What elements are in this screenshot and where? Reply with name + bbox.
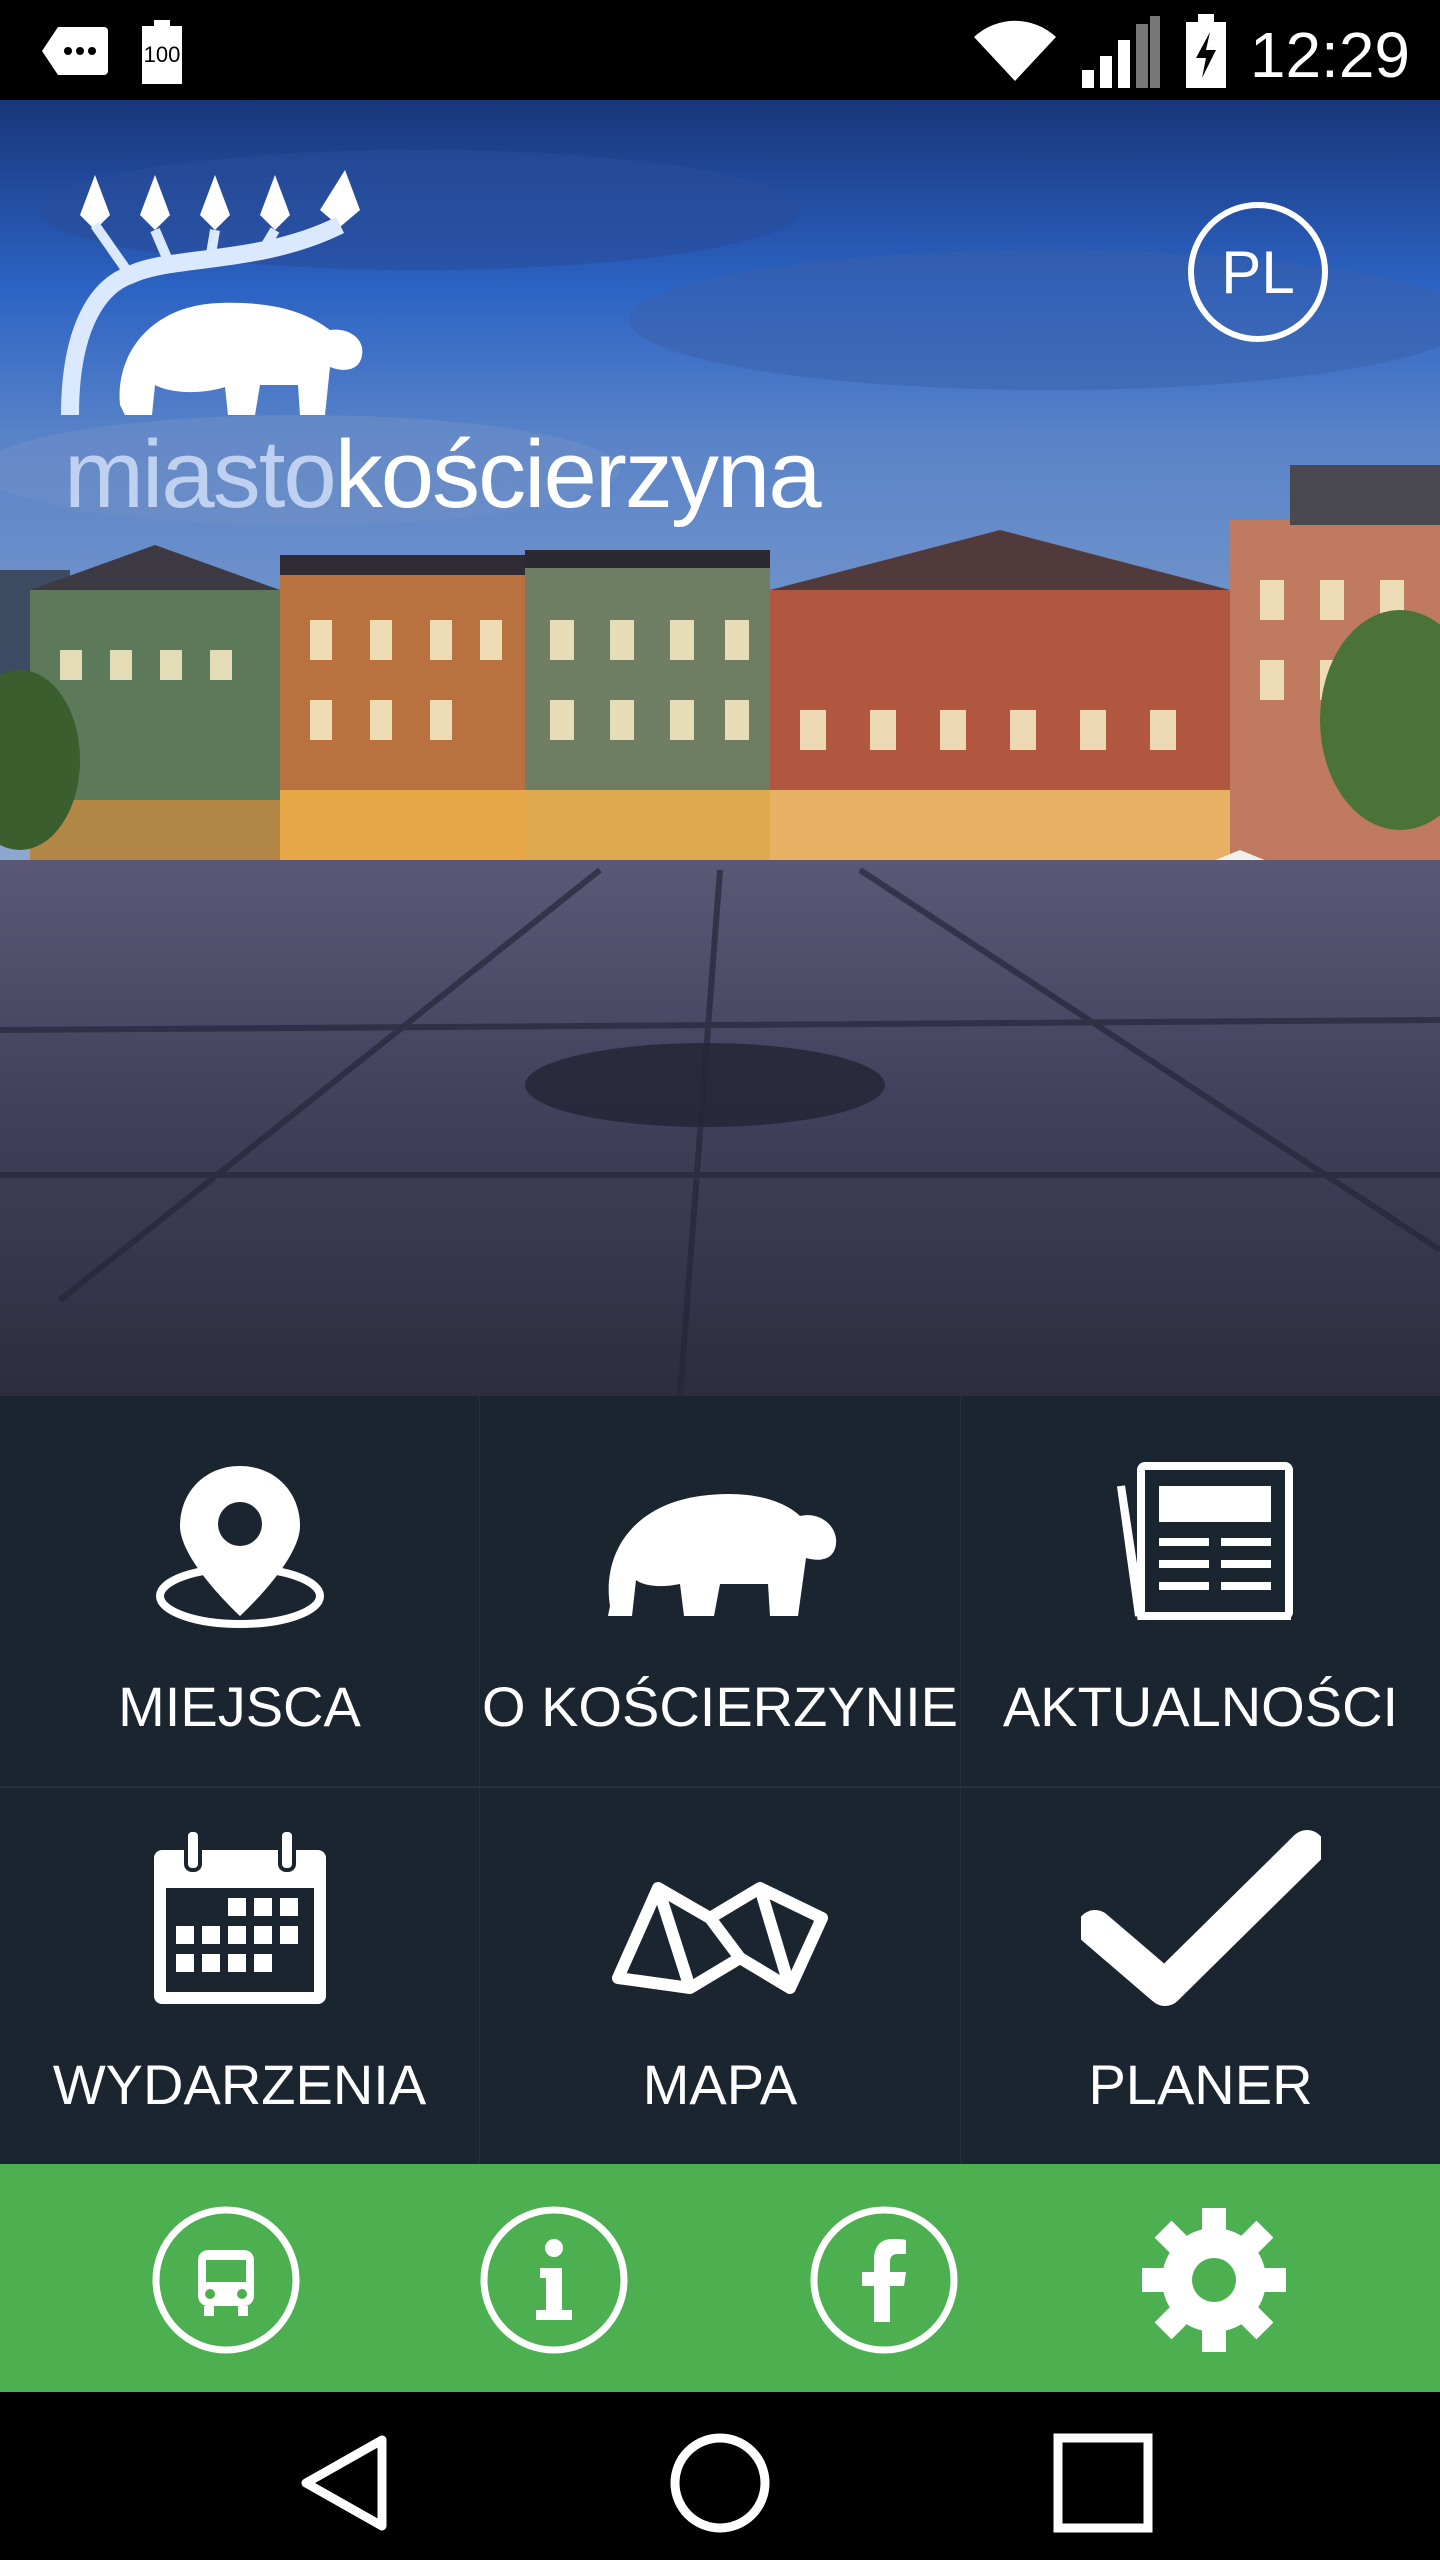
menu-tile-label: MAPA bbox=[642, 2053, 798, 2116]
wifi-icon bbox=[972, 19, 1058, 90]
city-logo bbox=[60, 155, 380, 460]
logo-text-miasto: miasto bbox=[64, 421, 337, 528]
map-pin-icon bbox=[150, 1456, 330, 1641]
facebook-icon[interactable] bbox=[810, 2206, 958, 2354]
battery-level-text: 100 bbox=[143, 42, 181, 67]
checkmark-icon bbox=[1076, 1828, 1325, 2013]
back-icon[interactable] bbox=[290, 2428, 400, 2538]
calendar-icon bbox=[150, 1828, 330, 2013]
bear-icon bbox=[600, 1456, 840, 1641]
battery-charging-icon bbox=[1184, 14, 1228, 95]
hero-banner: miastokościerzyna PL bbox=[0, 100, 1440, 1396]
menu-tile-mapa[interactable]: MAPA bbox=[480, 1788, 960, 2164]
main-menu-grid: MIEJSCA O KOŚCIERZYNIE AKTUALNOŚCI WYDAR… bbox=[0, 1396, 1440, 2164]
language-button[interactable]: PL bbox=[1188, 202, 1328, 342]
folded-map-icon bbox=[610, 1828, 830, 2013]
menu-tile-aktualnosci[interactable]: AKTUALNOŚCI bbox=[961, 1396, 1440, 1786]
menu-tile-label: AKTUALNOŚCI bbox=[1002, 1675, 1399, 1738]
signal-icon bbox=[1080, 14, 1162, 95]
overflow-icon bbox=[40, 23, 110, 84]
logo-text-koscierzyna: kościerzyna bbox=[334, 421, 822, 528]
bear-tree-logo-icon bbox=[61, 170, 363, 416]
bus-icon[interactable] bbox=[152, 2206, 300, 2354]
battery-full-icon: 100 bbox=[140, 20, 184, 86]
system-navigation-bar bbox=[0, 2392, 1440, 2560]
menu-tile-label: WYDARZENIA bbox=[52, 2053, 427, 2116]
city-logo-text: miastokościerzyna bbox=[64, 420, 822, 530]
menu-tile-o-koscierzynie[interactable]: O KOŚCIERZYNIE bbox=[480, 1396, 960, 1786]
info-icon[interactable] bbox=[480, 2206, 628, 2354]
status-bar: 100 12:29 bbox=[0, 0, 1440, 100]
recents-icon[interactable] bbox=[1048, 2428, 1158, 2538]
menu-tile-label: PLANER bbox=[1088, 2053, 1313, 2116]
home-icon[interactable] bbox=[665, 2428, 775, 2538]
settings-icon[interactable] bbox=[1140, 2206, 1288, 2354]
menu-tile-planer[interactable]: PLANER bbox=[961, 1788, 1440, 2164]
menu-tile-label: O KOŚCIERZYNIE bbox=[481, 1675, 959, 1738]
menu-tile-wydarzenia[interactable]: WYDARZENIA bbox=[0, 1788, 479, 2164]
newspaper-icon bbox=[1101, 1456, 1301, 1641]
menu-tile-label: MIEJSCA bbox=[118, 1675, 361, 1738]
quick-actions-bar bbox=[0, 2164, 1440, 2392]
status-clock: 12:29 bbox=[1249, 18, 1410, 91]
menu-tile-miejsca[interactable]: MIEJSCA bbox=[0, 1396, 479, 1786]
